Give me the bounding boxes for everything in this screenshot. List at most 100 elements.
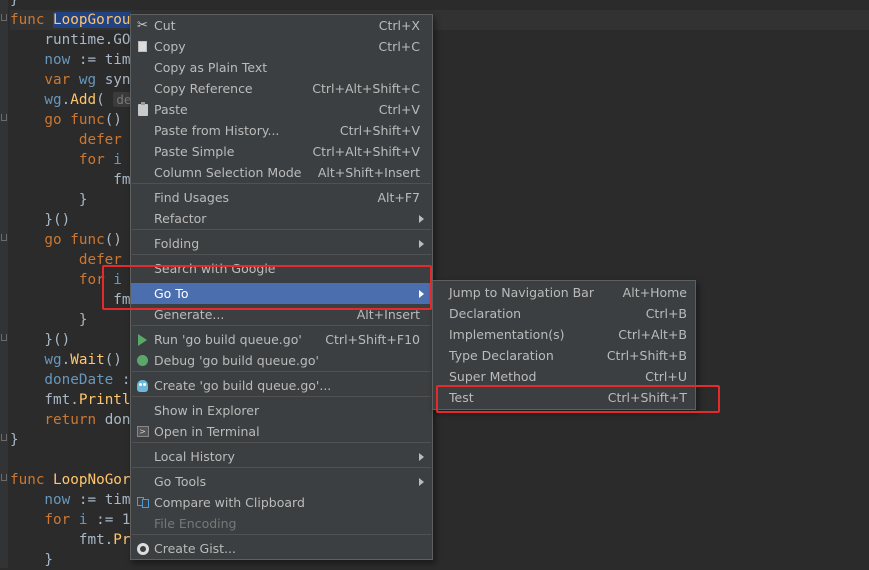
submenu-item-type-decl[interactable]: Type Declaration Ctrl+Shift+B — [433, 345, 695, 366]
fold-marker-icon[interactable] — [1, 334, 7, 341]
menu-item-shortcut: Ctrl+U — [645, 369, 687, 384]
code-line[interactable]: } — [10, 310, 88, 330]
menu-item-shortcut: Ctrl+Shift+T — [607, 390, 687, 405]
menu-item-show-explorer[interactable]: Show in Explorer — [131, 400, 432, 421]
code-line[interactable]: fmt.Printl — [10, 390, 130, 410]
menu-separator — [132, 534, 431, 535]
menu-item-debug[interactable]: Debug 'go build queue.go' — [131, 350, 432, 371]
code-line[interactable]: go func() — [10, 230, 131, 250]
submenu-item-jump-nav[interactable]: Jump to Navigation Bar Alt+Home — [433, 282, 695, 303]
code-token: () — [104, 112, 131, 128]
code-line[interactable]: } — [10, 0, 19, 10]
editor-gutter — [0, 0, 8, 568]
menu-item-label: Copy — [154, 39, 186, 54]
code-token: } — [10, 552, 54, 568]
code-line[interactable]: doneDate : — [10, 370, 130, 390]
code-line[interactable]: fmt.Pr — [10, 530, 131, 550]
code-line[interactable]: for i := 1 — [10, 510, 131, 530]
menu-item-cut[interactable]: ✂ Cut Ctrl+X — [131, 15, 432, 36]
code-line[interactable]: }() — [10, 210, 70, 230]
menu-item-compare-clipboard[interactable]: Compare with Clipboard — [131, 492, 432, 513]
menu-item-go-tools[interactable]: Go Tools — [131, 471, 432, 492]
menu-item-create-gist[interactable]: Create Gist... — [131, 538, 432, 559]
code-token: () — [104, 232, 131, 248]
menu-separator — [132, 183, 431, 184]
code-line[interactable]: now := tim — [10, 490, 130, 510]
menu-item-copy-ref[interactable]: Copy Reference Ctrl+Alt+Shift+C — [131, 78, 432, 99]
code-token: fmt. — [10, 392, 79, 408]
code-line[interactable]: func LoopNoGor — [10, 470, 131, 490]
code-line[interactable]: fm — [10, 290, 131, 310]
menu-item-find-usages[interactable]: Find Usages Alt+F7 — [131, 187, 432, 208]
code-line[interactable]: wg.Wait() — [10, 350, 131, 370]
code-line[interactable]: } — [10, 430, 19, 450]
menu-item-refactor[interactable]: Refactor — [131, 208, 432, 229]
menu-item-open-terminal[interactable]: > Open in Terminal — [131, 421, 432, 442]
code-token: fm — [10, 172, 131, 188]
code-line[interactable]: wg.Add( de — [10, 90, 135, 110]
menu-item-copy[interactable]: Copy Ctrl+C — [131, 36, 432, 57]
code-token: for — [10, 272, 114, 288]
menu-item-copy-plain[interactable]: Copy as Plain Text — [131, 57, 432, 78]
menu-separator — [132, 442, 431, 443]
fold-marker-icon[interactable] — [1, 114, 7, 121]
fold-marker-icon[interactable] — [1, 234, 7, 241]
menu-item-paste[interactable]: Paste Ctrl+V — [131, 99, 432, 120]
submenu-item-test[interactable]: Test Ctrl+Shift+T — [433, 387, 695, 408]
code-line[interactable]: defer — [10, 130, 122, 150]
code-line[interactable]: runtime.GO — [10, 30, 130, 50]
code-line[interactable]: fm — [10, 170, 131, 190]
code-line[interactable]: defer — [10, 250, 122, 270]
menu-item-shortcut: Alt+F7 — [377, 190, 420, 205]
submenu-item-implementation[interactable]: Implementation(s) Ctrl+Alt+B — [433, 324, 695, 345]
code-line[interactable]: for i — [10, 150, 122, 170]
code-token: go func — [10, 232, 105, 248]
code-token: . — [61, 352, 71, 368]
code-token: var — [10, 72, 79, 88]
fold-marker-icon[interactable] — [1, 474, 7, 481]
menu-item-generate[interactable]: Generate... Alt+Insert — [131, 304, 432, 325]
menu-item-label: Compare with Clipboard — [154, 495, 305, 510]
menu-item-shortcut: Alt+Shift+Insert — [317, 165, 420, 180]
code-line[interactable]: for i — [10, 270, 122, 290]
code-token: wg — [10, 352, 62, 368]
menu-item-go-to[interactable]: Go To — [131, 283, 432, 304]
code-token: wg — [78, 72, 97, 88]
terminal-icon: > — [135, 424, 150, 439]
code-token: for — [10, 512, 79, 528]
menu-separator — [132, 467, 431, 468]
menu-item-label: File Encoding — [154, 516, 237, 531]
menu-item-create[interactable]: Create 'go build queue.go'... — [131, 375, 432, 396]
menu-item-shortcut: Ctrl+C — [378, 39, 420, 54]
fold-marker-icon[interactable] — [1, 434, 7, 441]
debug-icon — [135, 353, 150, 368]
menu-item-label: Find Usages — [154, 190, 230, 205]
submenu-item-super-method[interactable]: Super Method Ctrl+U — [433, 366, 695, 387]
code-token: fm — [10, 292, 131, 308]
menu-item-run[interactable]: Run 'go build queue.go' Ctrl+Shift+F10 — [131, 329, 432, 350]
code-token: := 1 — [87, 512, 131, 528]
code-line[interactable]: var wg syn — [10, 70, 130, 90]
code-token: return — [10, 412, 105, 428]
code-line[interactable]: now := tim — [10, 50, 130, 70]
scissors-icon: ✂ — [137, 18, 148, 33]
code-line[interactable]: }() — [10, 330, 70, 350]
code-token: ( — [96, 92, 114, 108]
menu-item-label: Open in Terminal — [154, 424, 260, 439]
menu-item-label: Cut — [154, 18, 176, 33]
code-line[interactable]: } — [10, 550, 53, 570]
menu-item-paste-history[interactable]: Paste from History... Ctrl+Shift+V — [131, 120, 432, 141]
menu-item-folding[interactable]: Folding — [131, 233, 432, 254]
submenu-item-declaration[interactable]: Declaration Ctrl+B — [433, 303, 695, 324]
menu-item-local-history[interactable]: Local History — [131, 446, 432, 467]
menu-item-paste-simple[interactable]: Paste Simple Ctrl+Alt+Shift+V — [131, 141, 432, 162]
menu-item-label: Implementation(s) — [449, 327, 565, 342]
code-token: i — [113, 272, 122, 288]
code-line[interactable]: return don — [10, 410, 130, 430]
code-line[interactable]: go func() — [10, 110, 131, 130]
menu-item-search-google[interactable]: Search with Google — [131, 258, 432, 279]
code-token: wg — [10, 92, 62, 108]
code-line[interactable]: } — [10, 190, 88, 210]
menu-item-column-mode[interactable]: Column Selection Mode Alt+Shift+Insert — [131, 162, 432, 183]
fold-marker-icon[interactable] — [1, 14, 7, 21]
